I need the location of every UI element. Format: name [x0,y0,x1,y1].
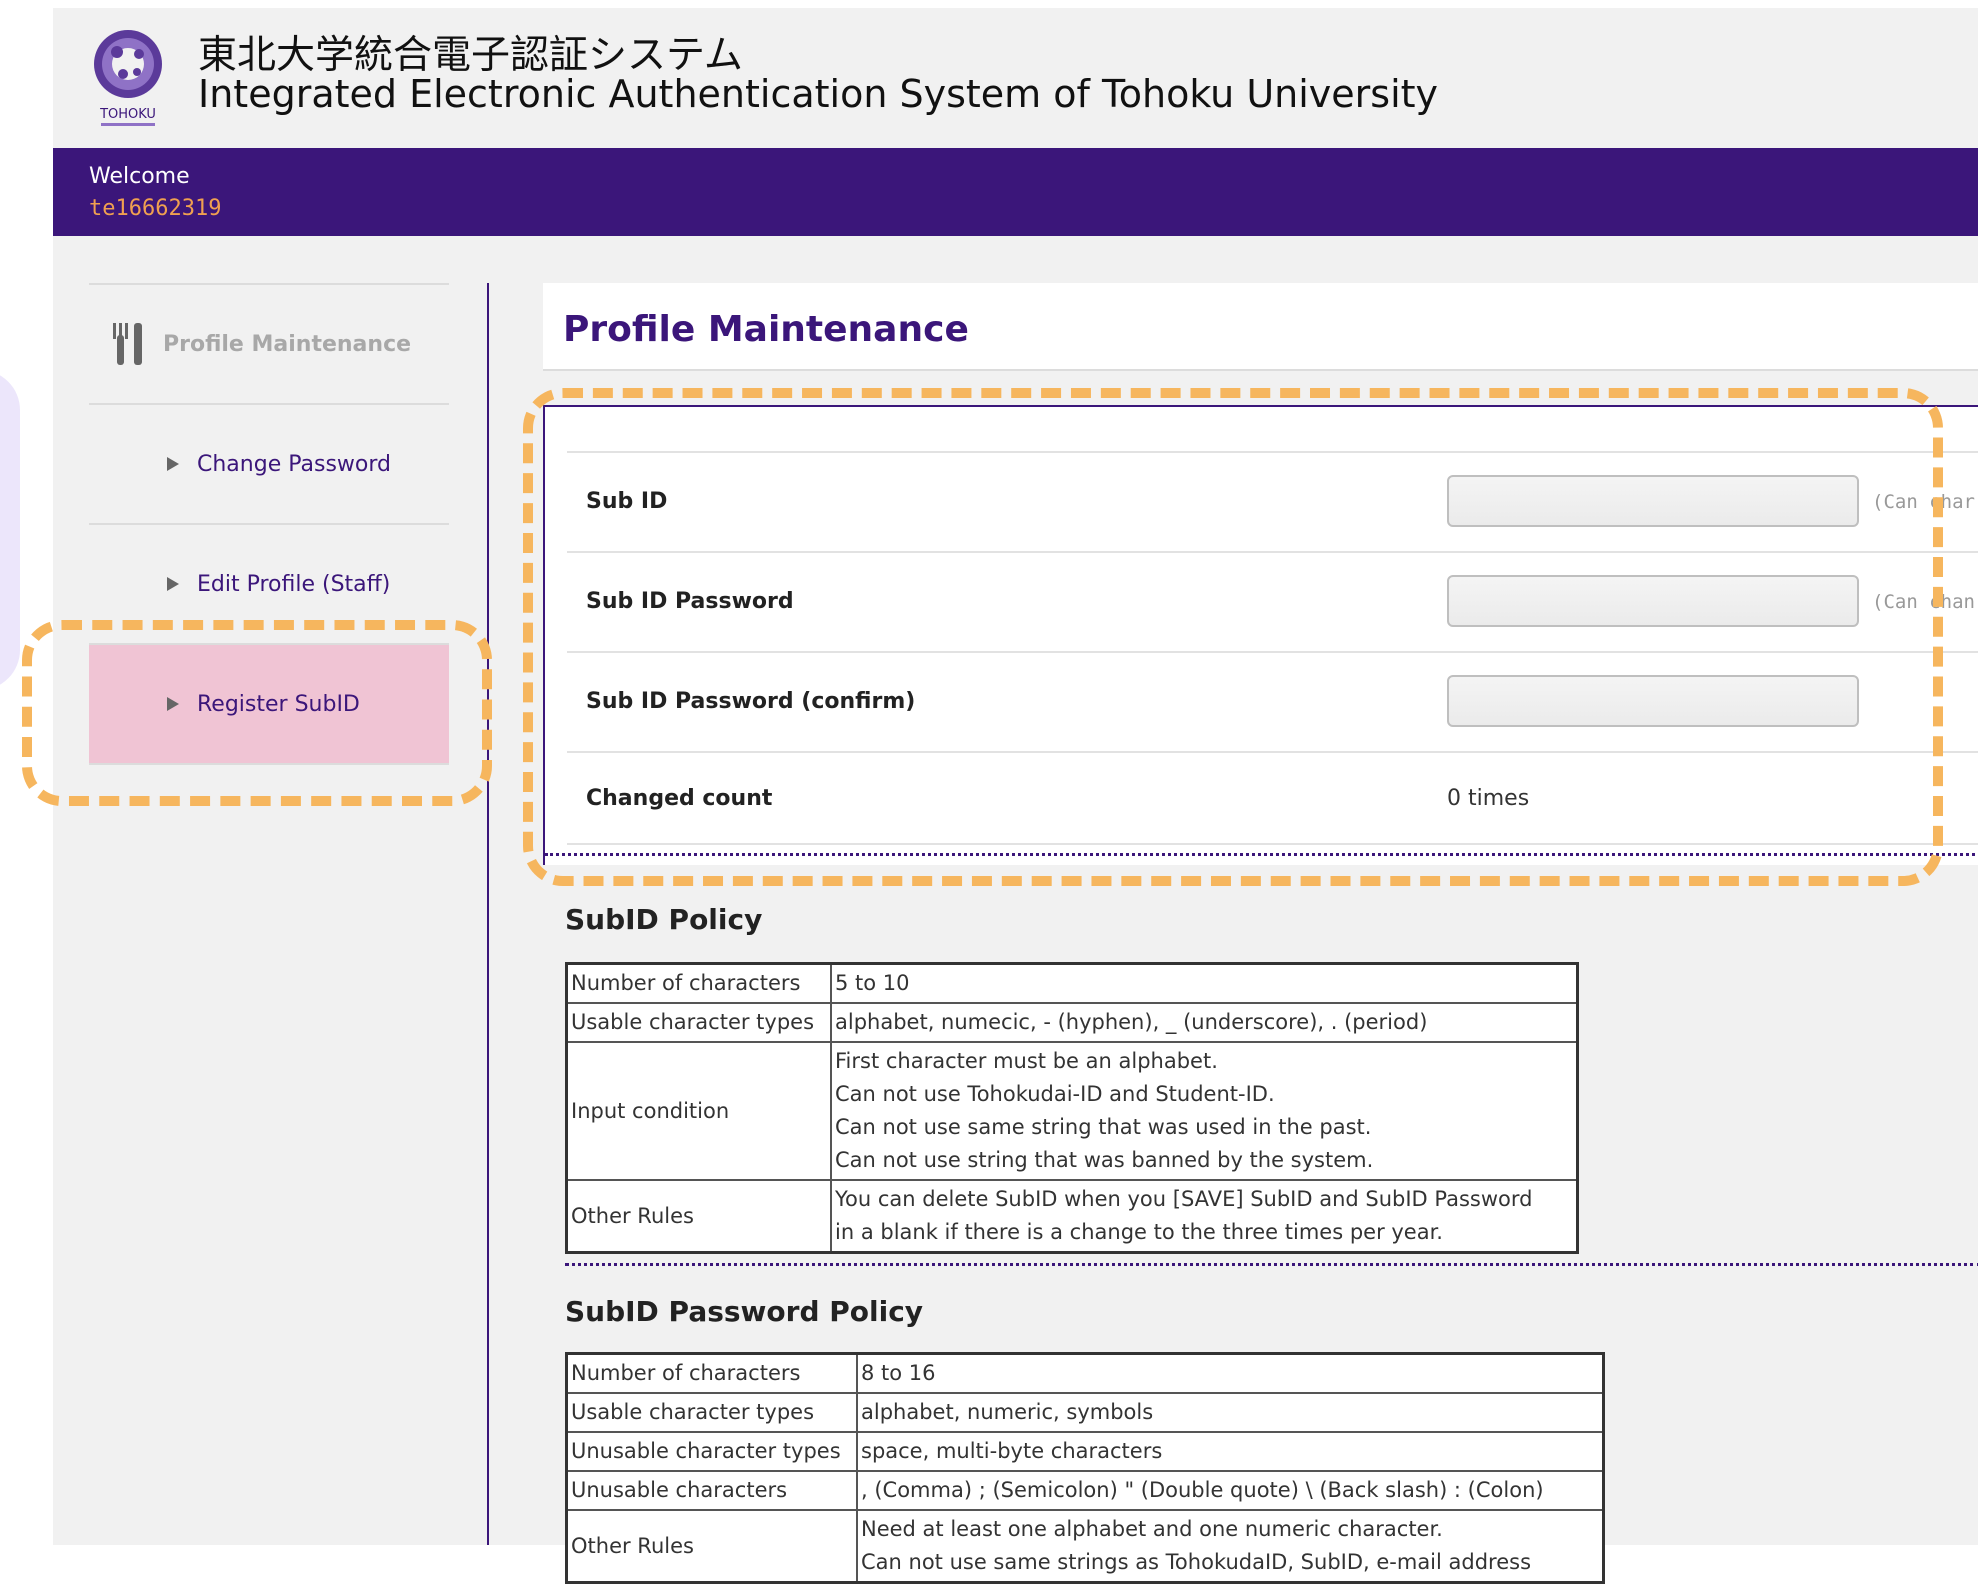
triangle-right-icon [167,697,179,711]
title-box: Profile Maintenance [543,283,1978,371]
table-cell: , (Comma) ; (Semicolon) " (Double quote)… [856,1470,1605,1511]
table-cell: Need at least one alphabet and one numer… [856,1509,1605,1584]
section-divider [565,1263,1978,1266]
form-row-sub-id-password-confirm: Sub ID Password (confirm) [567,651,1978,753]
subid-form: Sub ID (Can char Sub ID Password (Can ch… [543,405,1978,865]
form-bottom-border [545,853,1978,856]
tools-icon [113,323,142,365]
user-id: te16662319 [89,196,222,221]
table-cell: alphabet, numeric, symbols [856,1392,1605,1433]
sidebar-heading-label: Profile Maintenance [163,331,412,357]
table-cell: Unusable character types [565,1431,858,1472]
sidebar-heading: Profile Maintenance [89,283,449,403]
vertical-divider [487,283,489,1545]
form-row-changed-count: Changed count 0 times [567,751,1978,845]
form-row-sub-id: Sub ID (Can char [567,451,1978,553]
password-policy-table: Number of characters 8 to 16 Usable char… [565,1352,1605,1584]
table-cell: Other Rules [565,1179,832,1254]
sub-id-password-hint: (Can chan [1872,591,1975,613]
table-cell: Input condition [565,1041,832,1181]
table-cell: Usable character types [565,1392,858,1433]
table-cell: Unusable characters [565,1470,858,1511]
table-line: Can not use same string that was used in… [835,1115,1372,1139]
table-row: Input condition First character must be … [565,1041,1579,1181]
table-cell: 8 to 16 [856,1352,1605,1394]
sub-id-password-confirm-input[interactable] [1447,675,1859,727]
table-line: You can delete SubID when you [SAVE] Sub… [835,1187,1533,1211]
form-row-divider [567,843,1978,845]
table-cell: alphabet, numecic, - (hyphen), _ (unders… [830,1002,1579,1043]
university-logo-icon: TOHOKU [94,30,162,126]
logo-text: TOHOKU [99,107,156,122]
sub-id-label: Sub ID [586,489,668,514]
table-cell: You can delete SubID when you [SAVE] Sub… [830,1179,1579,1254]
table-row: Unusable characters , (Comma) ; (Semicol… [565,1470,1605,1511]
table-line: Can not use string that was banned by th… [835,1148,1374,1172]
sidebar-divider [89,763,449,766]
sidebar: Profile Maintenance Change Password Edit… [89,283,449,766]
table-cell: space, multi-byte characters [856,1431,1605,1472]
background-shape [0,370,20,690]
sub-id-input[interactable] [1447,475,1859,527]
subid-policy-title: SubID Policy [565,903,763,936]
table-line: First character must be an alphabet. [835,1049,1218,1073]
sub-id-password-confirm-label: Sub ID Password (confirm) [586,689,916,714]
sidebar-item-register-subid[interactable]: Register SubID [89,643,449,763]
sidebar-item-label: Change Password [197,451,391,477]
triangle-right-icon [167,457,179,471]
table-line: Can not use same strings as TohokudaID, … [861,1550,1532,1574]
sub-id-password-label: Sub ID Password [586,589,794,614]
subid-policy-table: Number of characters 5 to 10 Usable char… [565,962,1579,1254]
password-policy-title: SubID Password Policy [565,1295,924,1328]
table-row: Usable character types alphabet, numecic… [565,1002,1579,1043]
table-row: Usable character types alphabet, numeric… [565,1392,1605,1433]
table-cell: Other Rules [565,1509,858,1584]
table-row: Other Rules Need at least one alphabet a… [565,1509,1605,1584]
form-row-sub-id-password: Sub ID Password (Can chan [567,551,1978,653]
table-cell: Usable character types [565,1002,832,1043]
sidebar-item-label: Register SubID [197,691,360,717]
page-title: Profile Maintenance [563,309,969,350]
system-title-english: Integrated Electronic Authentication Sys… [198,72,1439,116]
table-line: in a blank if there is a change to the t… [835,1220,1443,1244]
table-cell: 5 to 10 [830,962,1579,1004]
header: TOHOKU 東北大学統合電子認証システム Integrated Electro… [53,8,1978,148]
table-cell: Number of characters [565,1352,858,1394]
triangle-right-icon [167,577,179,591]
table-cell: Number of characters [565,962,832,1004]
table-row: Number of characters 5 to 10 [565,962,1579,1004]
sub-id-hint: (Can char [1872,491,1975,513]
table-row: Other Rules You can delete SubID when yo… [565,1179,1579,1254]
welcome-label: Welcome [89,164,190,189]
sub-id-password-input[interactable] [1447,575,1859,627]
sidebar-item-change-password[interactable]: Change Password [89,403,449,523]
table-row: Number of characters 8 to 16 [565,1352,1605,1394]
sidebar-item-edit-profile[interactable]: Edit Profile (Staff) [89,523,449,643]
table-line: Need at least one alphabet and one numer… [861,1517,1443,1541]
sidebar-item-label: Edit Profile (Staff) [197,571,391,597]
table-cell: First character must be an alphabet. Can… [830,1041,1579,1181]
welcome-bar: Welcome te16662319 [53,148,1978,236]
changed-count-label: Changed count [586,786,773,811]
table-row: Unusable character types space, multi-by… [565,1431,1605,1472]
changed-count-value: 0 times [1447,786,1530,811]
table-line: Can not use Tohokudai-ID and Student-ID. [835,1082,1275,1106]
